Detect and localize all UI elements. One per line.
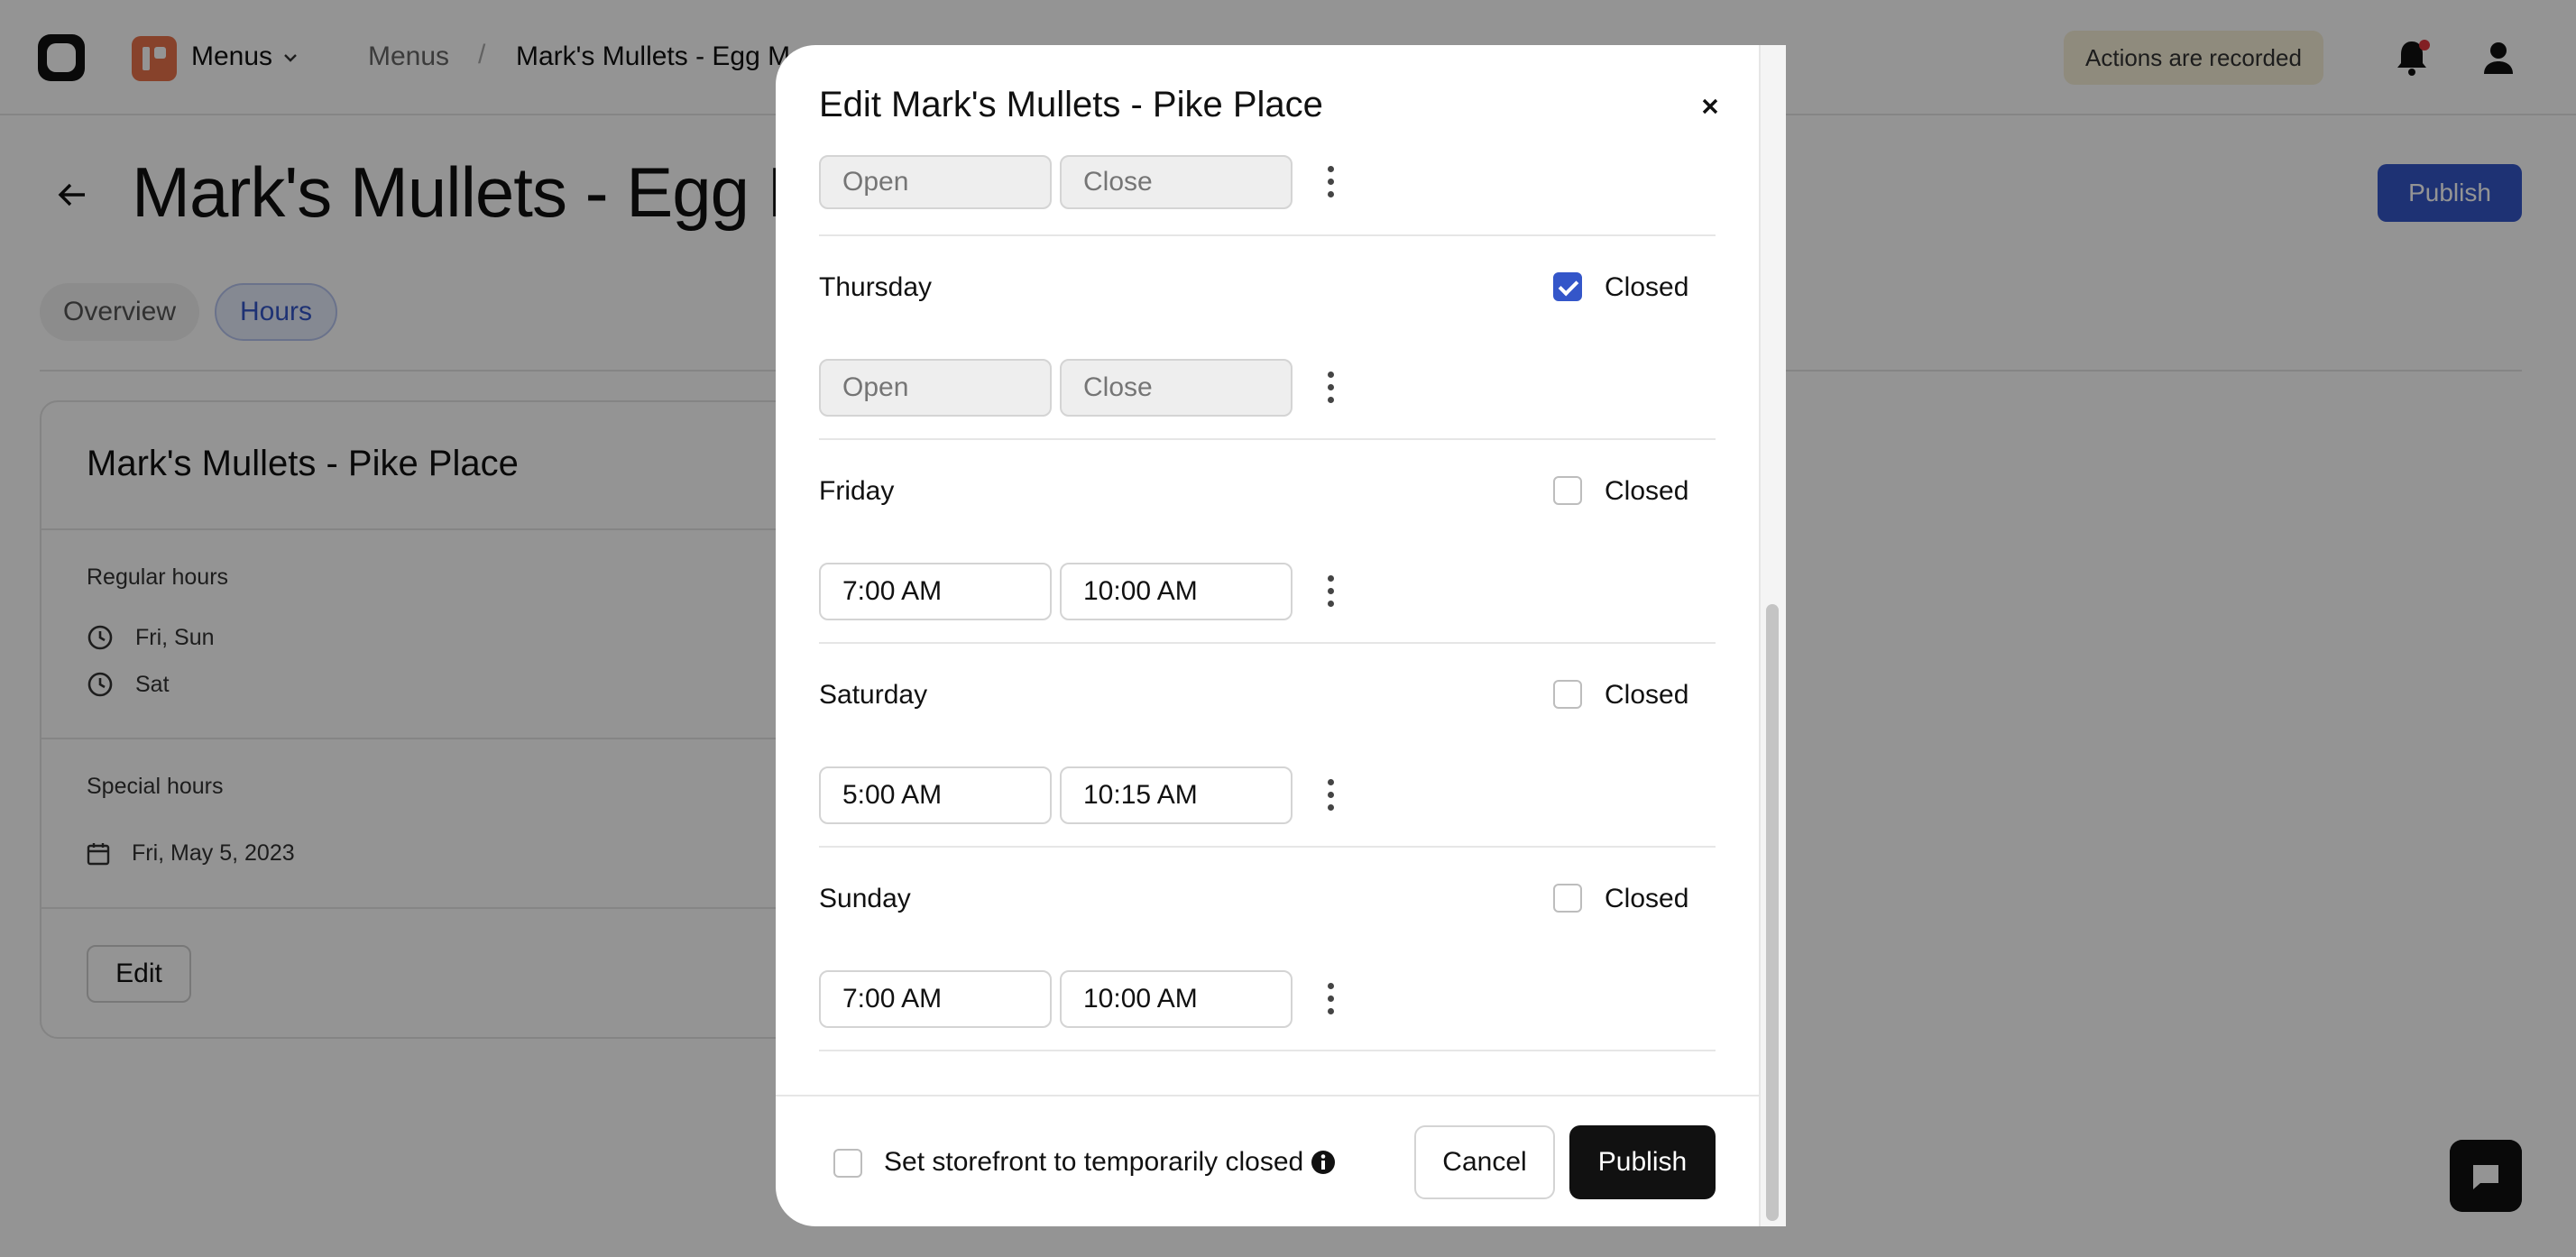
kebab-icon[interactable] <box>1324 370 1337 406</box>
open-time-input-sunday[interactable] <box>819 970 1052 1028</box>
day-name-saturday: Saturday <box>819 680 928 710</box>
edit-hours-modal: Edit Mark's Mullets - Pike Place Thursda… <box>776 45 1786 1226</box>
close-time-input-sunday[interactable] <box>1060 970 1293 1028</box>
closed-checkbox-friday[interactable] <box>1553 476 1582 505</box>
close-time-input[interactable] <box>1060 155 1293 209</box>
close-time-input-thursday[interactable] <box>1060 359 1293 417</box>
cancel-button[interactable]: Cancel <box>1414 1125 1555 1199</box>
closed-checkbox-saturday[interactable] <box>1553 680 1582 709</box>
close-time-input-saturday[interactable] <box>1060 766 1293 824</box>
temporarily-closed-label: Set storefront to temporarily closed <box>884 1147 1304 1177</box>
row-divider <box>819 846 1716 848</box>
kebab-icon[interactable] <box>1324 981 1337 1017</box>
day-name-friday: Friday <box>819 476 895 506</box>
closed-checkbox-sunday[interactable] <box>1553 884 1582 913</box>
row-divider <box>819 642 1716 644</box>
open-time-input[interactable] <box>819 155 1052 209</box>
closed-label: Closed <box>1605 272 1689 302</box>
kebab-icon[interactable] <box>1324 573 1337 610</box>
row-divider <box>819 438 1716 440</box>
open-time-input-thursday[interactable] <box>819 359 1052 417</box>
open-time-input-friday[interactable] <box>819 563 1052 620</box>
kebab-icon[interactable] <box>1324 164 1337 200</box>
closed-label: Closed <box>1605 680 1689 710</box>
close-icon[interactable] <box>1694 90 1726 123</box>
modal-title: Edit Mark's Mullets - Pike Place <box>819 85 1323 124</box>
info-icon[interactable] <box>1310 1149 1337 1176</box>
footer-divider <box>776 1095 1759 1096</box>
temporarily-closed-checkbox[interactable] <box>833 1149 862 1178</box>
closed-label: Closed <box>1605 476 1689 506</box>
scrollbar-thumb[interactable] <box>1766 604 1779 1221</box>
day-name-thursday: Thursday <box>819 272 933 302</box>
close-time-input-friday[interactable] <box>1060 563 1293 620</box>
open-time-input-saturday[interactable] <box>819 766 1052 824</box>
kebab-icon[interactable] <box>1324 777 1337 813</box>
row-divider <box>819 1050 1716 1051</box>
closed-label: Closed <box>1605 884 1689 913</box>
closed-checkbox-thursday[interactable] <box>1553 272 1582 301</box>
day-name-sunday: Sunday <box>819 884 911 913</box>
publish-button[interactable]: Publish <box>1569 1125 1716 1199</box>
row-divider <box>819 234 1716 236</box>
